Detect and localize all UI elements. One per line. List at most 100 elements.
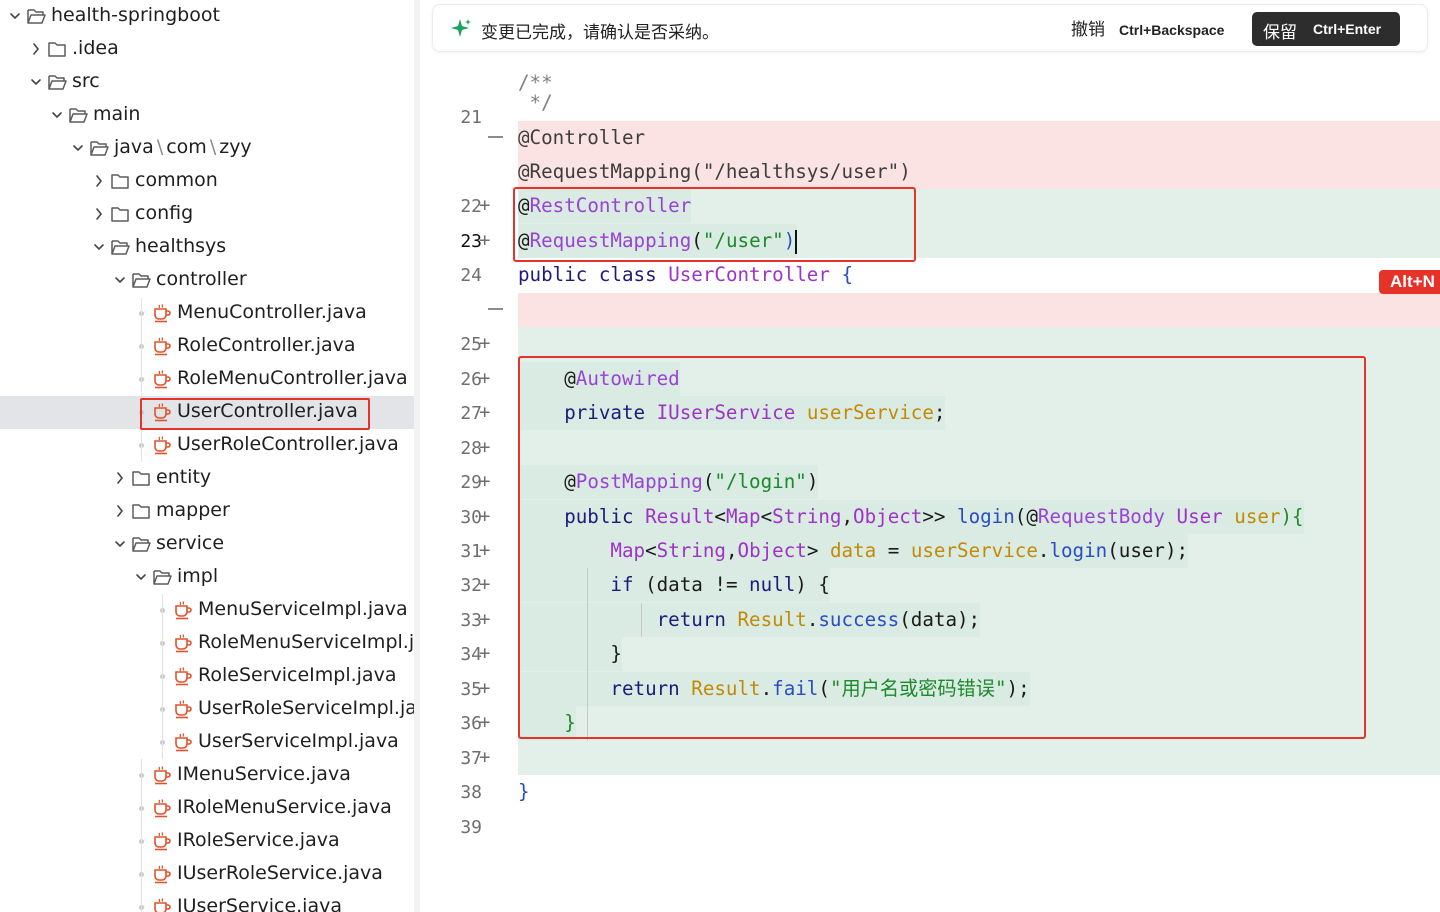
deleted-line-marker	[488, 308, 503, 310]
java-file-icon	[152, 797, 172, 819]
tree-item-entity[interactable]: entity	[0, 462, 414, 495]
folder-open-icon	[131, 269, 151, 291]
chevron-down-icon[interactable]	[29, 72, 43, 92]
tree-item-rolemenuserviceimpl-j[interactable]: RoleMenuServiceImpl.j...	[0, 627, 414, 660]
tree-item-iuserroleservice-java[interactable]: IUserRoleService.java	[0, 858, 414, 891]
tree-item-label: impl	[177, 565, 219, 587]
folder-icon	[131, 500, 151, 522]
tree-item-label: main	[93, 103, 141, 125]
tree-item-health-springboot[interactable]: health-springboot	[0, 0, 414, 33]
added-line-marker: +	[479, 539, 491, 561]
chevron-right-icon[interactable]	[92, 171, 106, 191]
tree-item-label: RoleMenuController.java	[177, 367, 408, 389]
tree-item-imenuservice-java[interactable]: IMenuService.java	[0, 759, 414, 792]
code-token: @RequestMapping("/healthsys/user")	[518, 160, 911, 183]
tree-item-menucontroller-java[interactable]: MenuController.java	[0, 297, 414, 330]
tree-item-label: RoleServiceImpl.java	[198, 664, 397, 686]
chevron-right-icon[interactable]	[113, 501, 127, 521]
tree-item-controller[interactable]: controller	[0, 264, 414, 297]
chevron-right-icon[interactable]	[29, 39, 43, 59]
keep-button[interactable]: 保留 Ctrl+Enter	[1252, 12, 1400, 46]
tree-item-userrolecontroller-java[interactable]: UserRoleController.java	[0, 429, 414, 462]
highlight-box-method	[518, 356, 1366, 739]
tree-item-mapper[interactable]: mapper	[0, 495, 414, 528]
tree-item-impl[interactable]: impl	[0, 561, 414, 594]
added-line-marker: +	[479, 367, 491, 389]
folder-open-icon	[68, 104, 88, 126]
shortcut-badge[interactable]: Alt+N	[1379, 270, 1440, 294]
chevron-down-icon[interactable]	[113, 270, 127, 290]
chevron-down-icon[interactable]	[134, 567, 148, 587]
code-line: @RequestMapping("/healthsys/user")	[518, 155, 911, 189]
line-number: 39	[460, 817, 482, 838]
tree-item-service[interactable]: service	[0, 528, 414, 561]
tree-item-iuserservice-java[interactable]: IUserService.java	[0, 891, 414, 912]
tree-item-menuserviceimpl-java[interactable]: MenuServiceImpl.java	[0, 594, 414, 627]
java-file-icon	[152, 863, 172, 885]
tree-item-label: MenuController.java	[177, 301, 367, 323]
tree-item-userroleserviceimpl-java[interactable]: UserRoleServiceImpl.java	[0, 693, 414, 726]
added-line-marker: +	[479, 608, 491, 630]
tree-item-label: entity	[156, 466, 212, 488]
tree-item-java-com-zyy[interactable]: java \ com \ zyy	[0, 132, 414, 165]
tree-item-label: RoleController.java	[177, 334, 356, 356]
line-number: 26	[460, 369, 482, 390]
chevron-down-icon[interactable]	[50, 105, 64, 125]
chevron-right-icon[interactable]	[92, 204, 106, 224]
folder-icon	[110, 203, 130, 225]
tree-item-label: UserRoleController.java	[177, 433, 399, 455]
tree-item--idea[interactable]: .idea	[0, 33, 414, 66]
line-number: 36	[460, 713, 482, 734]
undo-button[interactable]: 撤销 Ctrl+Backspace	[1071, 15, 1224, 43]
java-file-icon	[173, 698, 193, 720]
tree-item-label: IUserService.java	[177, 895, 342, 912]
tree-item-label: config	[135, 202, 194, 224]
tree-item-rolecontroller-java[interactable]: RoleController.java	[0, 330, 414, 363]
chevron-down-icon[interactable]	[71, 138, 85, 158]
tree-item-iroleservice-java[interactable]: IRoleService.java	[0, 825, 414, 858]
line-number: 35	[460, 679, 482, 700]
added-line-marker: +	[479, 505, 491, 527]
java-file-icon	[173, 731, 193, 753]
deleted-line-bg	[518, 121, 1440, 155]
tree-item-label: src	[72, 70, 100, 92]
line-number: 34	[460, 644, 482, 665]
added-line-marker: +	[479, 229, 491, 251]
selected-file-highlight	[140, 398, 370, 430]
tree-item-label: UserServiceImpl.java	[198, 730, 399, 752]
tree-item-userserviceimpl-java[interactable]: UserServiceImpl.java	[0, 726, 414, 759]
tree-item-config[interactable]: config	[0, 198, 414, 231]
code-line: }	[518, 775, 530, 809]
tree-item-label: IUserRoleService.java	[177, 862, 383, 884]
tree-item-irolemenuservice-java[interactable]: IRoleMenuService.java	[0, 792, 414, 825]
tree-item-src[interactable]: src	[0, 66, 414, 99]
deleted-line-marker	[488, 136, 503, 138]
line-number: 30	[460, 507, 482, 528]
added-line-marker: +	[479, 332, 491, 354]
line-number: 21	[460, 107, 482, 128]
chevron-right-icon[interactable]	[113, 468, 127, 488]
path-segment: com	[166, 136, 207, 158]
tree-item-common[interactable]: common	[0, 165, 414, 198]
java-file-icon	[152, 302, 172, 324]
tree-item-label: common	[135, 169, 218, 191]
java-file-icon	[173, 599, 193, 621]
tree-item-roleserviceimpl-java[interactable]: RoleServiceImpl.java	[0, 660, 414, 693]
tree-item-main[interactable]: main	[0, 99, 414, 132]
folder-open-icon	[131, 533, 151, 555]
undo-shortcut: Ctrl+Backspace	[1119, 22, 1225, 38]
tree-item-label: java \ com \ zyy	[114, 136, 252, 158]
folder-open-icon	[26, 5, 46, 27]
chevron-down-icon[interactable]	[113, 534, 127, 554]
chevron-down-icon[interactable]	[8, 6, 22, 26]
java-file-icon	[152, 830, 172, 852]
change-review-bar: 变更已完成，请确认是否采纳。 撤销 Ctrl+Backspace 保留 Ctrl+…	[432, 4, 1428, 52]
code-editor[interactable]: /** 21 */@Controller @RequestMapping("/hea…	[420, 0, 1440, 912]
chevron-down-icon[interactable]	[92, 237, 106, 257]
added-line-marker: +	[479, 470, 491, 492]
line-number: 37	[460, 748, 482, 769]
tree-item-healthsys[interactable]: healthsys	[0, 231, 414, 264]
tree-item-rolemenucontroller-java[interactable]: RoleMenuController.java	[0, 363, 414, 396]
undo-label: 撤销	[1071, 20, 1105, 40]
keep-label: 保留	[1263, 23, 1297, 43]
